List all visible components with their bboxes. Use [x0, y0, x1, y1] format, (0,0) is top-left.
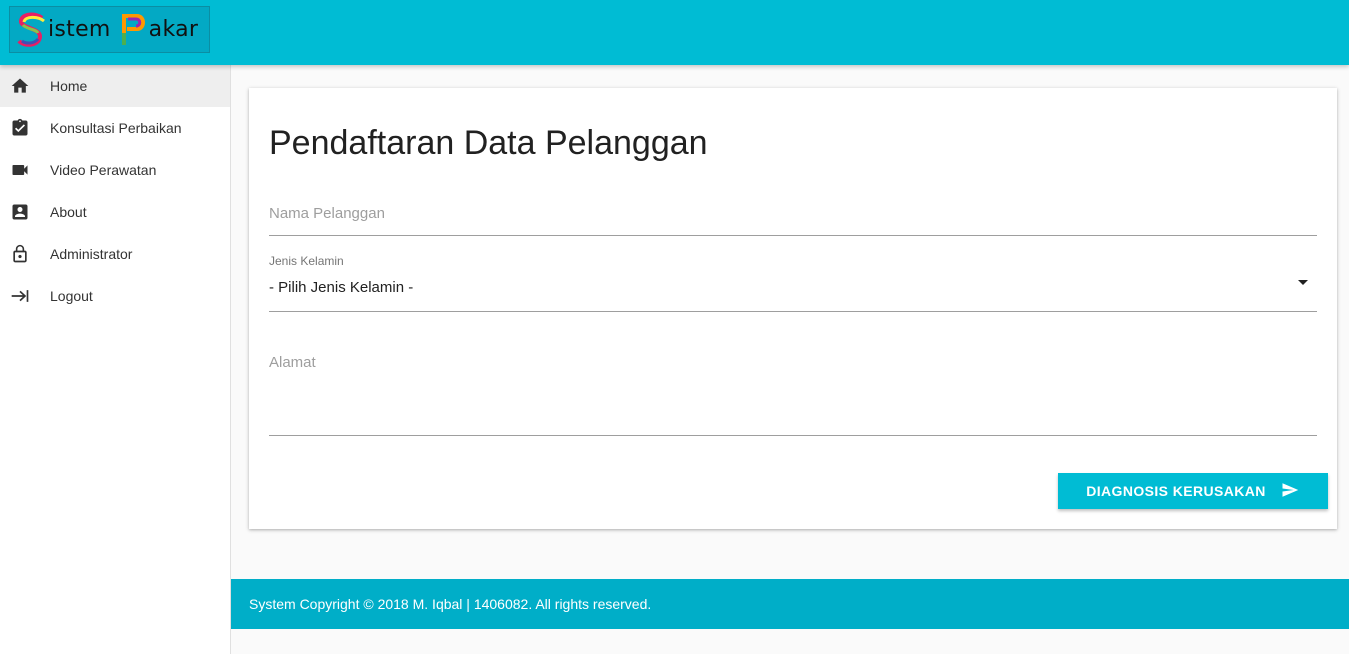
sidebar-item-label: Administrator: [50, 246, 133, 262]
alamat-field: [269, 350, 1317, 436]
account-box-icon: [10, 202, 30, 222]
send-icon: [1280, 481, 1300, 502]
page-title: Pendaftaran Data Pelanggan: [269, 124, 708, 162]
sidebar-item-label: Konsultasi Perbaikan: [50, 120, 182, 136]
nama-pelanggan-input[interactable]: [269, 196, 1317, 230]
top-app-bar: istem akar: [0, 0, 1349, 65]
jenis-kelamin-label: Jenis Kelamin: [269, 254, 344, 268]
sidebar-item-home[interactable]: Home: [0, 65, 230, 107]
sidebar-item-logout[interactable]: Logout: [0, 275, 230, 317]
customer-registration-card: Pendaftaran Data Pelanggan Jenis Kelamin…: [249, 88, 1337, 529]
diagnosis-kerusakan-button-label: DIAGNOSIS KERUSAKAN: [1086, 483, 1266, 499]
sidebar-item-video-perawatan[interactable]: Video Perawatan: [0, 149, 230, 191]
sidebar: Home Konsultasi Perbaikan Video Perawata…: [0, 65, 231, 654]
logout-arrow-icon: [10, 286, 30, 306]
logo-s-glyph: [17, 12, 45, 47]
video-camera-icon: [10, 160, 30, 180]
lock-icon: [10, 244, 30, 264]
nama-pelanggan-field: [269, 196, 1317, 236]
footer: System Copyright © 2018 M. Iqbal | 14060…: [231, 579, 1349, 629]
jenis-kelamin-field[interactable]: Jenis Kelamin - Pilih Jenis Kelamin -: [269, 252, 1317, 312]
logo-word-2: akar: [148, 17, 199, 42]
clipboard-check-icon: [10, 118, 30, 138]
app-logo[interactable]: istem akar: [9, 6, 210, 53]
logo-word-1: istem: [48, 17, 111, 42]
sidebar-item-label: Logout: [50, 288, 93, 304]
diagnosis-kerusakan-button[interactable]: DIAGNOSIS KERUSAKAN: [1058, 473, 1328, 509]
sidebar-item-konsultasi-perbaikan[interactable]: Konsultasi Perbaikan: [0, 107, 230, 149]
chevron-down-icon[interactable]: [1295, 274, 1311, 290]
logo-p-glyph: [121, 13, 145, 45]
sidebar-item-label: Home: [50, 78, 88, 94]
sidebar-item-label: About: [50, 204, 87, 220]
copyright-text: System Copyright © 2018 M. Iqbal | 14060…: [249, 596, 652, 612]
jenis-kelamin-select[interactable]: - Pilih Jenis Kelamin -: [269, 279, 413, 296]
sidebar-item-administrator[interactable]: Administrator: [0, 233, 230, 275]
home-icon: [10, 76, 30, 96]
sidebar-item-about[interactable]: About: [0, 191, 230, 233]
sidebar-item-label: Video Perawatan: [50, 162, 157, 178]
alamat-textarea[interactable]: [269, 350, 1317, 430]
